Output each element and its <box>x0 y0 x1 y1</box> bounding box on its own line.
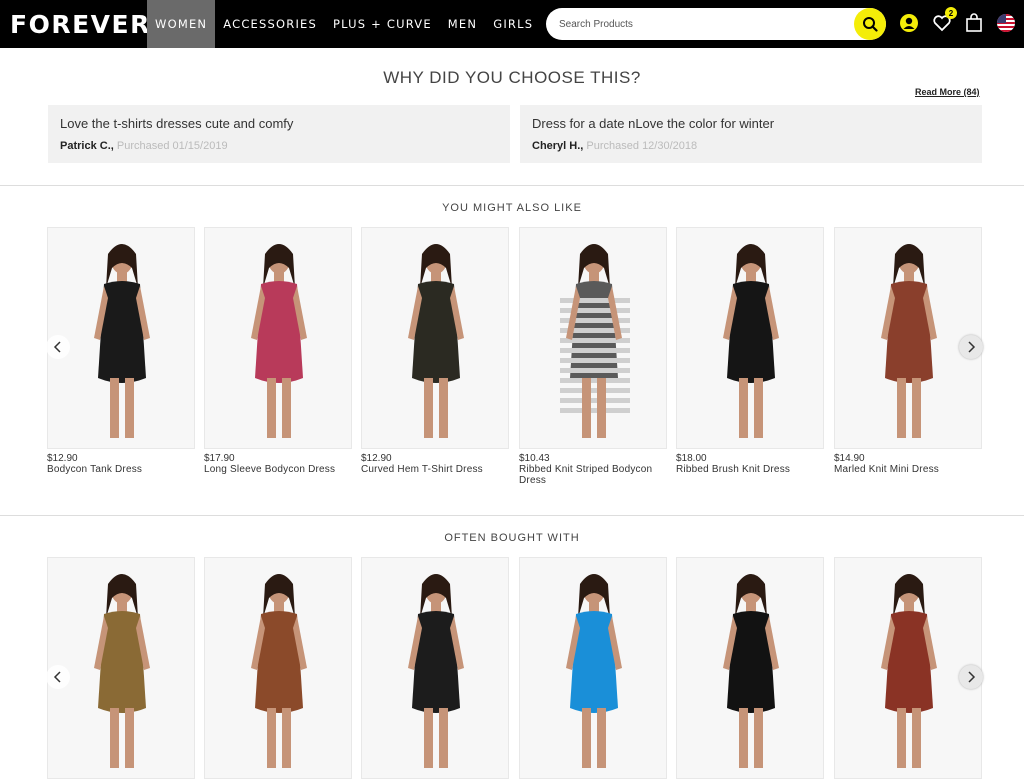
chevron-left-icon <box>53 341 61 353</box>
product-image[interactable] <box>676 227 824 449</box>
product-card[interactable] <box>361 557 509 779</box>
product-image[interactable] <box>361 227 509 449</box>
product-image[interactable] <box>204 557 352 779</box>
product-card[interactable] <box>676 557 824 779</box>
shopping-bag-icon <box>966 13 982 32</box>
top-header: FOREVER 21 WOMEN ACCESSORIES PLUS + CURV… <box>0 0 1024 48</box>
cart-button[interactable] <box>963 12 985 34</box>
review-text: Dress for a date nLove the color for win… <box>532 116 775 131</box>
product-image[interactable] <box>519 557 667 779</box>
product-name[interactable]: Ribbed Brush Knit Dress <box>676 464 824 475</box>
product-image[interactable] <box>676 557 824 779</box>
nav-men[interactable]: MEN <box>440 0 485 48</box>
user-icon <box>900 14 918 32</box>
product-image[interactable] <box>834 227 982 449</box>
product-image[interactable] <box>204 227 352 449</box>
wishlist-button[interactable]: 2 <box>931 7 957 34</box>
also-like-title: YOU MIGHT ALSO LIKE <box>442 202 582 214</box>
search-input[interactable] <box>546 9 886 39</box>
review-date: Purchased 12/30/2018 <box>586 140 698 152</box>
product-name[interactable]: Curved Hem T-Shirt Dress <box>361 464 509 475</box>
carousel-prev-button[interactable] <box>46 665 70 689</box>
us-flag-icon <box>997 14 1015 32</box>
search-button[interactable] <box>854 8 886 40</box>
nav-women[interactable]: WOMEN <box>147 0 216 48</box>
product-price: $12.90 <box>47 453 78 464</box>
product-card[interactable] <box>47 557 195 779</box>
review-author: Cheryl H., <box>532 140 584 152</box>
review-card: Love the t-shirts dresses cute and comfy… <box>48 105 510 163</box>
carousel-next-button[interactable] <box>959 665 983 689</box>
product-name[interactable]: Marled Knit Mini Dress <box>834 464 982 475</box>
product-price: $12.90 <box>361 453 392 464</box>
nav-girls[interactable]: GIRLS <box>485 0 541 48</box>
product-price: $10.43 <box>519 453 550 464</box>
product-price: $17.90 <box>204 453 235 464</box>
review-text: Love the t-shirts dresses cute and comfy <box>60 116 294 131</box>
product-image[interactable] <box>47 557 195 779</box>
nav-plus-curve[interactable]: PLUS + CURVE <box>325 0 440 48</box>
product-card[interactable] <box>834 557 982 779</box>
account-button[interactable] <box>898 12 920 34</box>
product-card[interactable]: $18.00 Ribbed Brush Knit Dress <box>676 227 824 475</box>
product-image[interactable] <box>519 227 667 449</box>
section-divider <box>0 515 1024 516</box>
review-meta: Cheryl H., Purchased 12/30/2018 <box>532 140 970 152</box>
main-nav: WOMEN ACCESSORIES PLUS + CURVE MEN GIRLS… <box>147 0 591 48</box>
review-meta: Patrick C., Purchased 01/15/2019 <box>60 140 498 152</box>
product-price: $14.90 <box>834 453 865 464</box>
product-image[interactable] <box>47 227 195 449</box>
product-image[interactable] <box>834 557 982 779</box>
bought-with-title: OFTEN BOUGHT WITH <box>444 532 580 544</box>
country-selector[interactable] <box>995 12 1017 34</box>
chevron-right-icon <box>968 671 976 683</box>
search-bar <box>546 8 886 40</box>
nav-accessories[interactable]: ACCESSORIES <box>215 0 325 48</box>
chevron-right-icon <box>968 341 976 353</box>
section-divider <box>0 185 1024 186</box>
product-price: $18.00 <box>676 453 707 464</box>
product-card[interactable]: $10.43 Ribbed Knit Striped Bodycon Dress <box>519 227 667 486</box>
chevron-left-icon <box>53 671 61 683</box>
product-image[interactable] <box>361 557 509 779</box>
product-card[interactable] <box>519 557 667 779</box>
product-name[interactable]: Ribbed Knit Striped Bodycon Dress <box>519 464 667 486</box>
product-card[interactable]: $17.90 Long Sleeve Bodycon Dress <box>204 227 352 475</box>
review-date: Purchased 01/15/2019 <box>116 140 228 152</box>
product-card[interactable]: $12.90 Curved Hem T-Shirt Dress <box>361 227 509 475</box>
product-card[interactable] <box>204 557 352 779</box>
forever21-logo[interactable]: FOREVER 21 <box>0 0 197 48</box>
read-more-link[interactable]: Read More (84) <box>915 87 980 97</box>
review-card: Dress for a date nLove the color for win… <box>520 105 982 163</box>
carousel-next-button[interactable] <box>959 335 983 359</box>
wishlist-count-badge: 2 <box>945 7 957 19</box>
review-author: Patrick C., <box>60 140 114 152</box>
product-name[interactable]: Bodycon Tank Dress <box>47 464 195 475</box>
product-name[interactable]: Long Sleeve Bodycon Dress <box>204 464 352 475</box>
search-icon <box>863 17 878 32</box>
reviews-title: WHY DID YOU CHOOSE THIS? <box>383 68 641 87</box>
carousel-prev-button[interactable] <box>46 335 70 359</box>
